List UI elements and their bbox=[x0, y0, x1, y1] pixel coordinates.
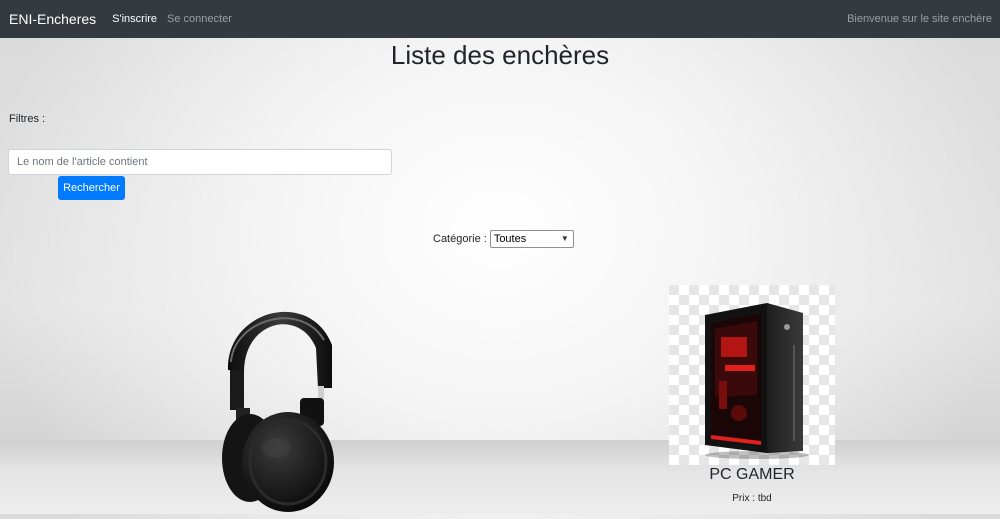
navbar: ENI-Encheres S'inscrire Se connecter Bie… bbox=[0, 0, 1000, 38]
category-label: Catégorie : bbox=[433, 233, 487, 245]
category-filter: Catégorie : Toutes ▼ bbox=[433, 230, 574, 248]
item-title[interactable]: PC GAMER bbox=[669, 466, 835, 484]
category-selected-value: Toutes bbox=[493, 233, 527, 245]
item-price: Prix : tbd bbox=[732, 493, 772, 504]
chevron-down-icon: ▼ bbox=[560, 234, 569, 243]
headphones-image[interactable] bbox=[200, 290, 350, 519]
welcome-text: Bienvenue sur le site enchère bbox=[847, 13, 992, 25]
register-link[interactable]: S'inscrire bbox=[112, 13, 157, 25]
login-link[interactable]: Se connecter bbox=[167, 13, 232, 25]
search-button[interactable]: Rechercher bbox=[58, 176, 125, 200]
search-input[interactable] bbox=[8, 149, 392, 175]
background-floor bbox=[0, 440, 1000, 514]
filters-label: Filtres : bbox=[9, 113, 46, 125]
category-select[interactable]: Toutes ▼ bbox=[489, 230, 574, 248]
pc-tower-image[interactable] bbox=[669, 285, 835, 465]
brand-link[interactable]: ENI-Encheres bbox=[9, 11, 96, 27]
page-title: Liste des enchères bbox=[390, 40, 610, 70]
